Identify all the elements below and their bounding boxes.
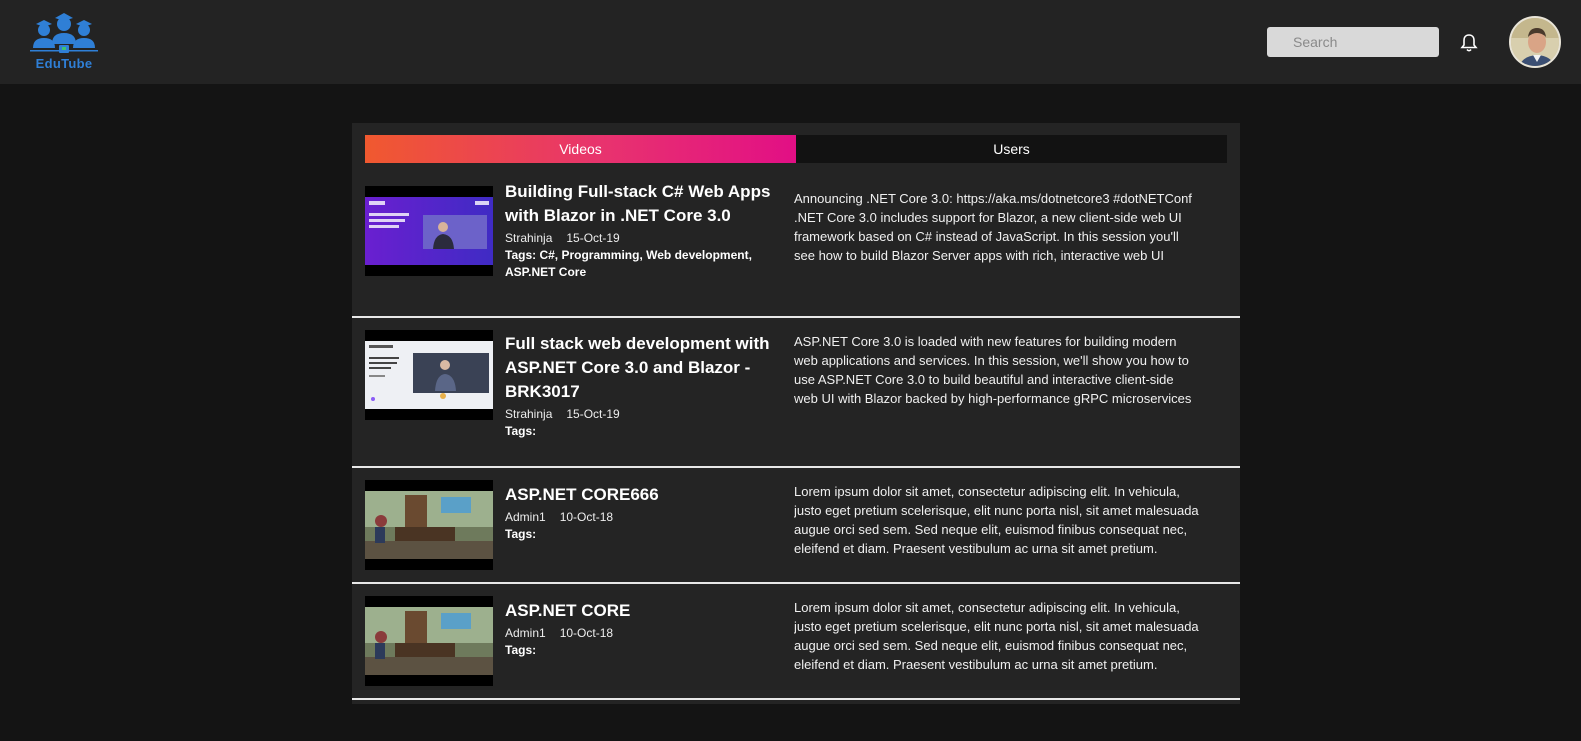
video-thumbnail[interactable]	[365, 480, 493, 570]
video-author: Strahinja	[505, 407, 553, 421]
logo-people-icon	[30, 13, 98, 53]
thumbnail-image	[365, 607, 493, 675]
video-thumbnail[interactable]	[365, 330, 493, 420]
video-list: Building Full-stack C# Web Apps with Bla…	[352, 176, 1240, 700]
video-meta: Admin1 10-Oct-18	[505, 509, 775, 525]
video-title[interactable]: ASP.NET CORE666	[505, 483, 775, 507]
top-navigation-bar: EduTube	[0, 0, 1581, 84]
video-meta: Admin1 10-Oct-18	[505, 625, 775, 641]
video-description: Lorem ipsum dolor sit amet, consectetur …	[794, 484, 1199, 556]
search-input[interactable]	[1267, 27, 1439, 57]
video-description: Announcing .NET Core 3.0: https://aka.ms…	[794, 191, 1192, 263]
video-list-item: ASP.NET CORE Admin1 10-Oct-18 Tags: Lorem…	[352, 584, 1240, 700]
video-thumbnail[interactable]	[365, 186, 493, 276]
video-list-item: ASP.NET CORE666 Admin1 10-Oct-18 Tags: Lo…	[352, 468, 1240, 584]
video-list-item: Full stack web development with ASP.NET …	[352, 318, 1240, 468]
video-tags: Tags:	[505, 424, 537, 438]
logo-text: EduTube	[35, 56, 93, 71]
thumbnail-image	[365, 341, 493, 409]
video-description: Lorem ipsum dolor sit amet, consectetur …	[794, 600, 1199, 672]
edutube-logo[interactable]: EduTube	[28, 12, 100, 72]
video-date: 15-Oct-19	[566, 407, 620, 421]
content-panel: Videos Users Building Full-stack C# Web …	[352, 123, 1240, 704]
tab-users[interactable]: Users	[796, 135, 1227, 163]
thumbnail-image	[365, 197, 493, 265]
video-date: 10-Oct-18	[559, 510, 614, 524]
video-title[interactable]: Building Full-stack C# Web Apps with Bla…	[505, 180, 775, 228]
video-title[interactable]: Full stack web development with ASP.NET …	[505, 332, 775, 404]
tab-bar: Videos Users	[365, 135, 1227, 163]
video-tags: Tags:	[505, 643, 537, 657]
avatar-portrait-icon	[1511, 18, 1559, 66]
bell-icon[interactable]	[1460, 33, 1478, 53]
thumbnail-image	[365, 491, 493, 559]
video-author: Strahinja	[505, 231, 553, 245]
video-title[interactable]: ASP.NET CORE	[505, 599, 775, 623]
video-meta: Strahinja 15-Oct-19	[505, 406, 775, 422]
video-tags: Tags:	[505, 527, 537, 541]
video-date: 15-Oct-19	[566, 231, 620, 245]
video-list-item: Building Full-stack C# Web Apps with Bla…	[352, 176, 1240, 318]
video-author: Admin1	[505, 510, 546, 524]
video-thumbnail[interactable]	[365, 596, 493, 686]
video-description: ASP.NET Core 3.0 is loaded with new feat…	[794, 334, 1192, 406]
video-author: Admin1	[505, 626, 546, 640]
user-avatar[interactable]	[1509, 16, 1561, 68]
tab-videos[interactable]: Videos	[365, 135, 796, 163]
video-meta: Strahinja 15-Oct-19	[505, 230, 775, 246]
video-date: 10-Oct-18	[559, 626, 614, 640]
video-tags: Tags: C#, Programming, Web development, …	[505, 248, 752, 279]
